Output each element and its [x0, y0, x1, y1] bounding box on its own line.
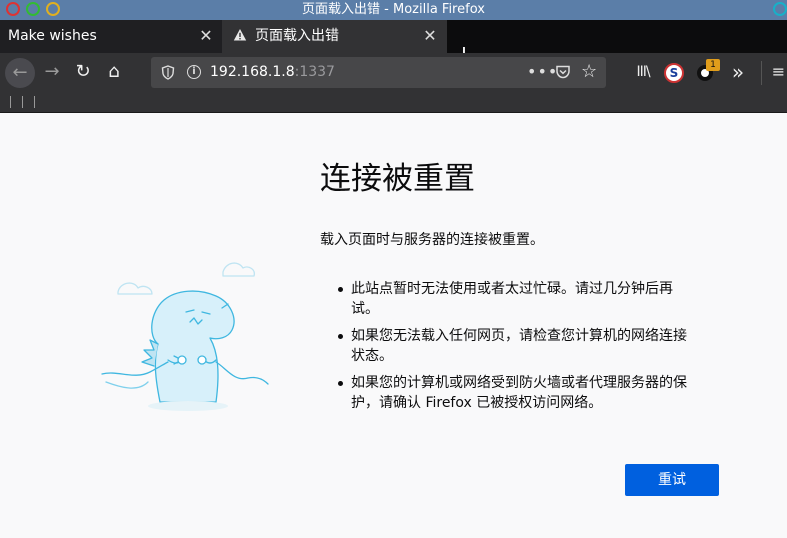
url-host: 192.168.1.8 [210, 64, 295, 80]
list-item-line: 护，请确认 Firefox 已被授权访问网络。 [351, 395, 603, 411]
library-icon[interactable]: III\ [633, 61, 653, 85]
hamburger-menu-icon[interactable]: ≡ [770, 61, 787, 85]
tab-close-icon[interactable]: ✕ [422, 27, 438, 45]
tab-error-page[interactable]: 页面载入出错 ✕ [222, 20, 447, 53]
toolbar-separator [761, 61, 762, 85]
forward-button[interactable]: → [39, 59, 65, 85]
reload-button[interactable]: ↻ [70, 59, 96, 85]
url-port: :1337 [294, 64, 335, 80]
extension-badge: 1 [706, 59, 720, 71]
tracking-shield-icon[interactable] [161, 65, 175, 80]
disconnected-dino-illustration [101, 262, 269, 411]
error-description: 载入页面时与服务器的连接被重置。 [320, 232, 544, 248]
site-info-icon[interactable]: i [187, 65, 201, 79]
bullet [338, 334, 343, 339]
home-button[interactable]: ⌂ [101, 59, 127, 85]
window-menu-button[interactable] [773, 2, 787, 16]
warning-icon [233, 29, 247, 41]
bookmark-grip [10, 96, 11, 108]
list-item: 如果您的计算机或网络受到防火墙或者代理服务器的保 护，请确认 Firefox 已… [338, 373, 723, 413]
url-bar[interactable]: i 192.168.1.8:1337 ••• ☆ [151, 57, 606, 88]
tab-label: Make wishes [8, 28, 97, 44]
list-item: 此站点暂时无法使用或者太过忙碌。请过几分钟后再 试。 [338, 279, 723, 319]
bullet [338, 381, 343, 386]
list-item-line: 如果您无法载入任何网页，请检查您计算机的网络连接 [351, 328, 687, 344]
bookmark-star-icon[interactable]: ☆ [581, 61, 597, 83]
list-item: 如果您无法载入任何网页，请检查您计算机的网络连接 状态。 [338, 326, 723, 366]
pocket-icon[interactable] [555, 64, 571, 80]
list-item-line: 状态。 [351, 348, 393, 364]
list-item-line: 此站点暂时无法使用或者太过忙碌。请过几分钟后再 [351, 281, 673, 297]
tab-close-icon[interactable]: ✕ [198, 27, 214, 45]
bullet [338, 287, 343, 292]
tab-strip: Make wishes ✕ 页面载入出错 ✕ + [0, 20, 787, 66]
back-button[interactable]: ← [5, 58, 35, 88]
bookmarks-toolbar [0, 93, 787, 113]
list-item-line: 试。 [351, 301, 379, 317]
error-suggestions: 此站点暂时无法使用或者太过忙碌。请过几分钟后再 试。 如果您无法载入任何网页，请… [338, 279, 723, 420]
url-text[interactable]: 192.168.1.8:1337 [210, 64, 335, 81]
s-extension-icon[interactable]: S [664, 63, 684, 83]
tab-make-wishes[interactable]: Make wishes ✕ [0, 20, 222, 53]
overflow-chevron-icon[interactable]: » [728, 61, 748, 85]
tab-label: 页面载入出错 [255, 28, 339, 44]
bookmark-grip [34, 96, 35, 108]
window-title: 页面载入出错 - Mozilla Firefox [302, 2, 485, 17]
bookmark-grip [22, 96, 23, 108]
retry-button[interactable]: 重试 [625, 464, 719, 496]
window-titlebar: 页面载入出错 - Mozilla Firefox [0, 0, 787, 20]
navigation-toolbar: ← → ↻ ⌂ i 192.168.1.8:1337 ••• ☆ III\ S … [0, 53, 787, 93]
page-actions-icon[interactable]: ••• [527, 63, 558, 81]
list-item-line: 如果您的计算机或网络受到防火墙或者代理服务器的保 [351, 375, 687, 391]
page-title: 连接被重置 [320, 161, 475, 197]
